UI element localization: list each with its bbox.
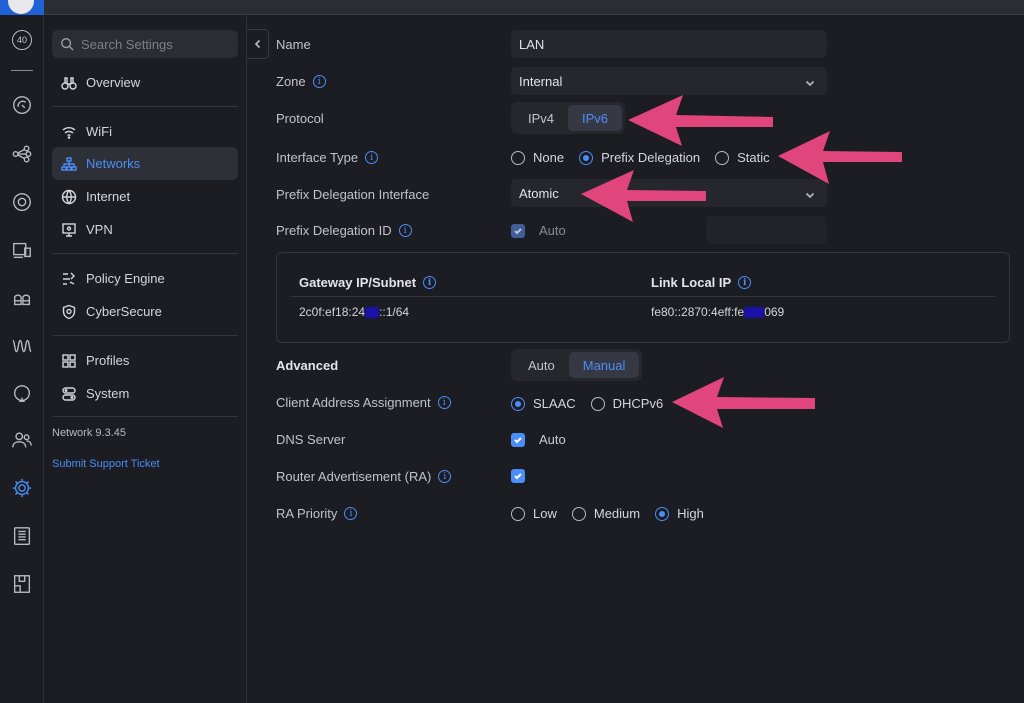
annotation-arrow-pd-interface [581,170,706,222]
annotation-arrows [581,95,902,428]
annotation-arrow-client-assign [672,377,815,428]
annotation-arrow-interface-type [778,131,902,184]
annotation-arrow-protocol [628,95,773,146]
